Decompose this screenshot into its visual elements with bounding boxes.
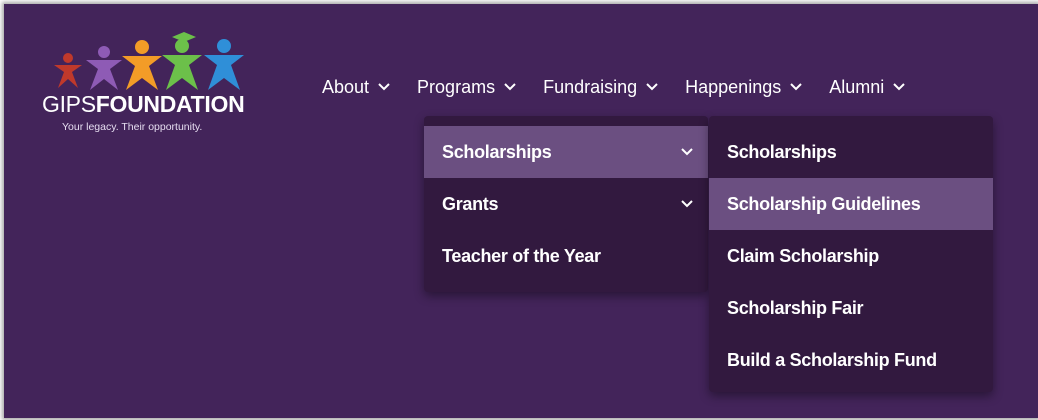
- menu-item-scholarships[interactable]: Scholarships: [424, 126, 708, 178]
- logo-word-foundation: FOUNDATION: [95, 91, 245, 117]
- figure-blue: [204, 39, 244, 90]
- logo-tagline: Your legacy. Their opportunity.: [62, 121, 203, 133]
- nav-item-about[interactable]: About: [322, 77, 391, 98]
- figure-purple: [86, 46, 122, 90]
- submenu-item-claim-scholarship[interactable]: Claim Scholarship: [709, 230, 993, 282]
- menu-item-teacher-of-the-year[interactable]: Teacher of the Year: [424, 230, 708, 282]
- logo-word-gips: GIPS: [42, 91, 96, 117]
- chevron-down-icon: [681, 200, 693, 208]
- gips-foundation-logo[interactable]: GIPSFOUNDATION Your legacy. Their opport…: [38, 26, 278, 146]
- programs-dropdown-menu: Scholarships Grants Teacher of the Year: [424, 116, 708, 292]
- chevron-down-icon: [681, 148, 693, 156]
- nav-item-happenings[interactable]: Happenings: [685, 77, 803, 98]
- nav-item-label: About: [322, 76, 370, 97]
- people-figures-icon: [54, 32, 244, 90]
- submenu-item-label: Scholarship Guidelines: [727, 193, 921, 214]
- submenu-item-label: Scholarships: [727, 141, 837, 162]
- submenu-item-label: Build a Scholarship Fund: [727, 349, 937, 370]
- nav-item-alumni[interactable]: Alumni: [829, 77, 906, 98]
- submenu-item-scholarship-fair[interactable]: Scholarship Fair: [709, 282, 993, 334]
- logo-wordmark: GIPSFOUNDATION: [42, 91, 245, 117]
- chevron-down-icon: [378, 83, 390, 91]
- nav-item-label: Alumni: [829, 76, 885, 97]
- graduation-cap: [172, 32, 196, 42]
- main-nav: About Programs Fundraising Happenings Al…: [322, 74, 932, 100]
- submenu-item-label: Claim Scholarship: [727, 245, 879, 266]
- chevron-down-icon: [646, 83, 658, 91]
- submenu-item-build-a-scholarship-fund[interactable]: Build a Scholarship Fund: [709, 334, 993, 386]
- submenu-item-label: Scholarship Fair: [727, 297, 864, 318]
- nav-item-label: Programs: [417, 76, 496, 97]
- scholarships-submenu: Scholarships Scholarship Guidelines Clai…: [709, 116, 993, 392]
- chevron-down-icon: [504, 83, 516, 91]
- menu-item-label: Scholarships: [442, 141, 552, 162]
- menu-item-label: Grants: [442, 193, 499, 214]
- figure-red: [54, 53, 82, 88]
- figure-green: [162, 39, 202, 90]
- page: GIPSFOUNDATION Your legacy. Their opport…: [4, 4, 1038, 418]
- nav-item-label: Fundraising: [543, 76, 638, 97]
- menu-item-label: Teacher of the Year: [442, 245, 601, 266]
- nav-item-programs[interactable]: Programs: [417, 77, 517, 98]
- nav-item-fundraising[interactable]: Fundraising: [543, 77, 659, 98]
- nav-item-label: Happenings: [685, 76, 782, 97]
- submenu-item-scholarships[interactable]: Scholarships: [709, 126, 993, 178]
- chevron-down-icon: [790, 83, 802, 91]
- figure-orange: [122, 40, 162, 90]
- chevron-down-icon: [893, 83, 905, 91]
- screenshot-frame: GIPSFOUNDATION Your legacy. Their opport…: [4, 4, 1038, 418]
- submenu-item-scholarship-guidelines[interactable]: Scholarship Guidelines: [709, 178, 993, 230]
- menu-item-grants[interactable]: Grants: [424, 178, 708, 230]
